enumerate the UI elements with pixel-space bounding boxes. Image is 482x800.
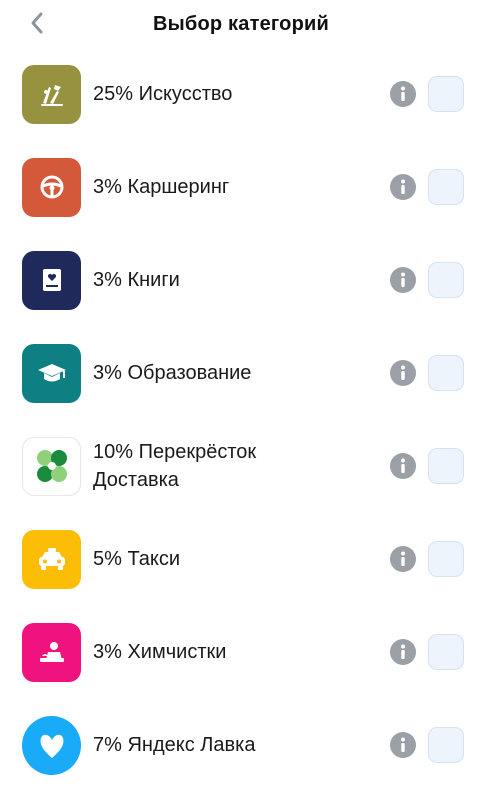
category-label: 25% Искусство — [93, 83, 233, 105]
info-icon[interactable] — [390, 546, 416, 572]
art-icon — [22, 64, 81, 124]
steering-wheel-icon — [22, 157, 81, 217]
category-checkbox[interactable] — [428, 76, 464, 112]
info-icon[interactable] — [390, 360, 416, 386]
category-checkbox[interactable] — [428, 634, 464, 670]
info-icon[interactable] — [390, 267, 416, 293]
category-checkbox[interactable] — [428, 169, 464, 205]
info-icon[interactable] — [390, 732, 416, 758]
category-label: 10% Перекрёсток Доставка — [93, 441, 257, 491]
category-row-dry-cleaning[interactable]: 3% Химчистки — [0, 606, 482, 698]
back-button[interactable] — [22, 8, 52, 38]
graduation-cap-icon — [22, 343, 81, 403]
category-label: 3% Каршеринг — [93, 176, 230, 198]
category-label: 3% Книги — [93, 269, 180, 291]
category-checkbox[interactable] — [428, 448, 464, 484]
info-icon[interactable] — [390, 639, 416, 665]
category-row-yandex-lavka[interactable]: 7% Яндекс Лавка — [0, 699, 482, 791]
chevron-left-icon — [31, 12, 43, 34]
category-label: 3% Образование — [93, 362, 252, 384]
taxi-icon — [22, 529, 81, 589]
category-row-perekrestok[interactable]: 10% Перекрёсток Доставка — [0, 420, 482, 512]
info-icon[interactable] — [390, 453, 416, 479]
book-icon — [22, 250, 81, 310]
category-label: 3% Химчистки — [93, 641, 227, 663]
info-icon[interactable] — [390, 81, 416, 107]
category-label: 5% Такси — [93, 548, 181, 570]
category-row-carsharing[interactable]: 3% Каршеринг — [0, 141, 482, 233]
category-checkbox[interactable] — [428, 727, 464, 763]
info-icon[interactable] — [390, 174, 416, 200]
category-row-art[interactable]: 25% Искусство — [0, 48, 482, 140]
category-row-books[interactable]: 3% Книги — [0, 234, 482, 326]
header: Выбор категорий — [0, 0, 482, 48]
category-checkbox[interactable] — [428, 541, 464, 577]
category-checkbox[interactable] — [428, 355, 464, 391]
perekrestok-logo-icon — [22, 436, 81, 496]
category-checkbox[interactable] — [428, 262, 464, 298]
category-row-education[interactable]: 3% Образование — [0, 327, 482, 419]
category-row-taxi[interactable]: 5% Такси — [0, 513, 482, 605]
yandex-lavka-logo-icon — [22, 715, 81, 775]
dry-cleaning-icon — [22, 622, 81, 682]
page-title: Выбор категорий — [152, 12, 329, 35]
category-label: 7% Яндекс Лавка — [93, 734, 256, 756]
